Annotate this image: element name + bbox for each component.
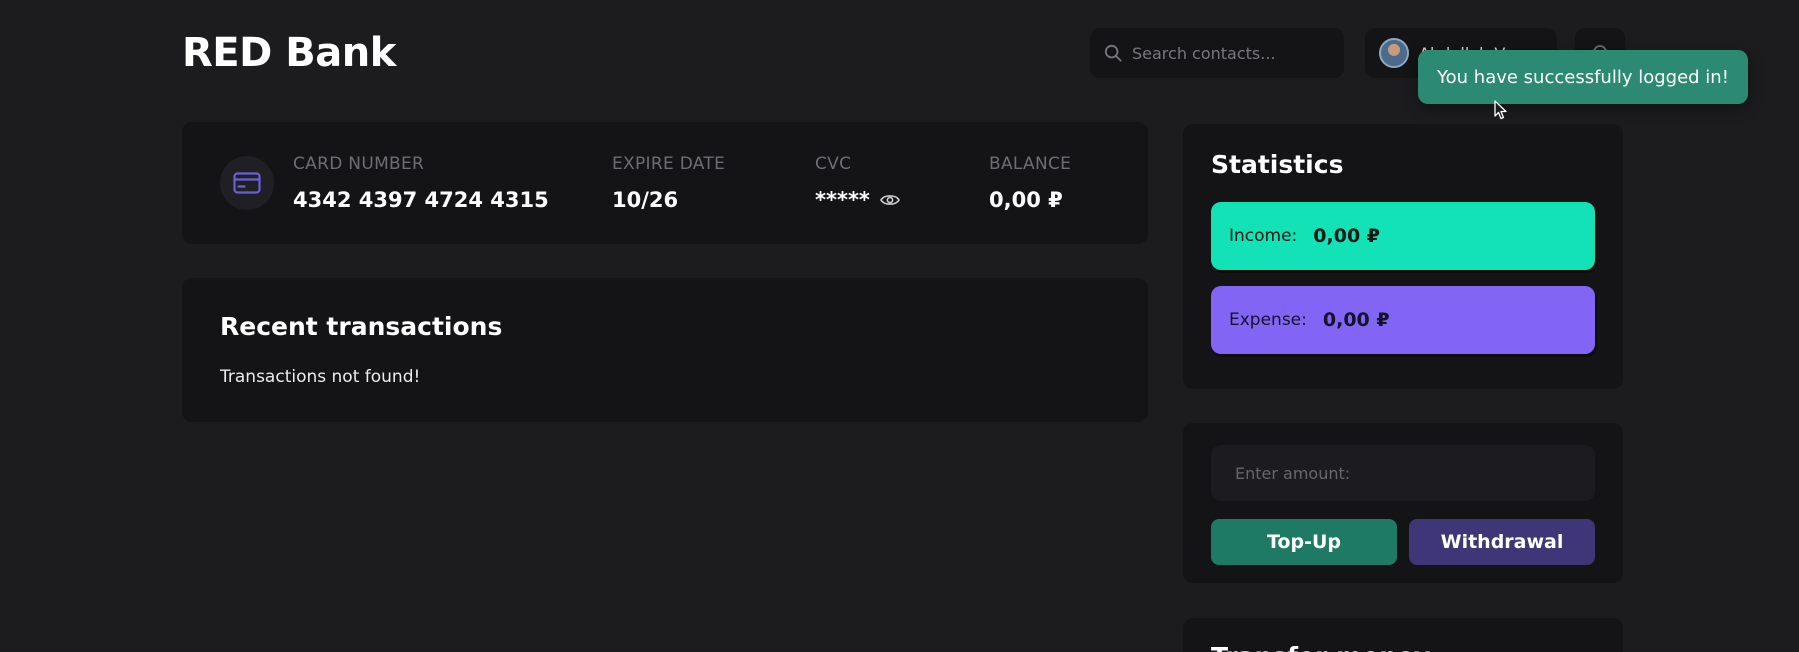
cvc-value: *****: [815, 188, 870, 212]
topup-button[interactable]: Top-Up: [1211, 519, 1397, 565]
login-success-toast: You have successfully logged in!: [1418, 50, 1748, 104]
transfer-panel: Transfer money: [1183, 618, 1623, 652]
recent-transactions-title: Recent transactions: [220, 312, 503, 341]
balance-label: BALANCE: [989, 154, 1072, 174]
expire-date-field: EXPIRE DATE 10/26: [612, 154, 725, 212]
amount-actions-panel: Top-Up Withdrawal: [1183, 423, 1623, 583]
expense-value: 0,00 ₽: [1322, 309, 1390, 331]
withdrawal-button[interactable]: Withdrawal: [1409, 519, 1595, 565]
statistics-panel: Statistics Income: 0,00 ₽ Expense: 0,00 …: [1183, 124, 1623, 389]
cvc-field: CVC *****: [815, 154, 900, 212]
credit-card-icon: [233, 172, 261, 194]
balance-field: BALANCE 0,00 ₽: [989, 154, 1071, 212]
expire-date-value: 10/26: [612, 188, 679, 212]
card-details-panel: CARD NUMBER 4342 4397 4724 4315 EXPIRE D…: [182, 122, 1148, 244]
amount-input[interactable]: [1211, 445, 1595, 501]
search-bar[interactable]: [1090, 28, 1344, 78]
eye-icon[interactable]: [880, 193, 900, 207]
income-label: Income:: [1229, 226, 1298, 246]
transactions-empty-message: Transactions not found!: [220, 367, 421, 387]
expire-date-label: EXPIRE DATE: [612, 154, 726, 174]
expense-stat: Expense: 0,00 ₽: [1211, 286, 1595, 354]
recent-transactions-panel: Recent transactions Transactions not fou…: [182, 278, 1148, 422]
income-value: 0,00 ₽: [1313, 225, 1381, 247]
card-number-label: CARD NUMBER: [293, 154, 425, 174]
balance-value: 0,00 ₽: [989, 188, 1063, 212]
brand-title: RED Bank: [182, 30, 396, 76]
card-icon-badge: [220, 156, 274, 210]
income-stat: Income: 0,00 ₽: [1211, 202, 1595, 270]
card-number-value: 4342 4397 4724 4315: [293, 188, 549, 212]
mouse-cursor-icon: [1494, 100, 1507, 120]
search-input[interactable]: [1132, 43, 1332, 63]
avatar: [1379, 38, 1409, 68]
expense-label: Expense:: [1229, 310, 1307, 330]
transfer-title: Transfer money: [1211, 642, 1430, 652]
statistics-title: Statistics: [1211, 150, 1344, 179]
search-icon: [1104, 44, 1122, 62]
card-number-field: CARD NUMBER 4342 4397 4724 4315: [293, 154, 549, 212]
cvc-label: CVC: [815, 154, 852, 174]
